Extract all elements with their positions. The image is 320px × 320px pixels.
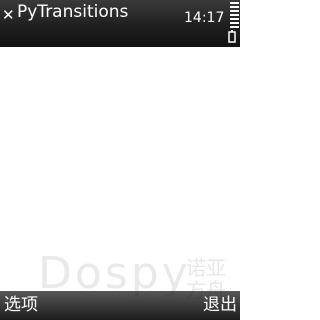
phone-screen: ✕ PyTransitions 14:17 Dospy 诺亚方舟 选项 退出 — [0, 0, 240, 320]
app-title: PyTransitions — [17, 2, 129, 22]
clock: 14:17 — [184, 10, 225, 26]
options-softkey[interactable]: 选项 — [4, 295, 38, 315]
title-bar: ✕ PyTransitions 14:17 — [0, 0, 240, 47]
close-icon[interactable]: ✕ — [2, 8, 15, 23]
exit-softkey[interactable]: 退出 — [203, 295, 237, 315]
softkey-bar: 选项 退出 — [0, 291, 240, 320]
battery-icon — [228, 2, 239, 43]
